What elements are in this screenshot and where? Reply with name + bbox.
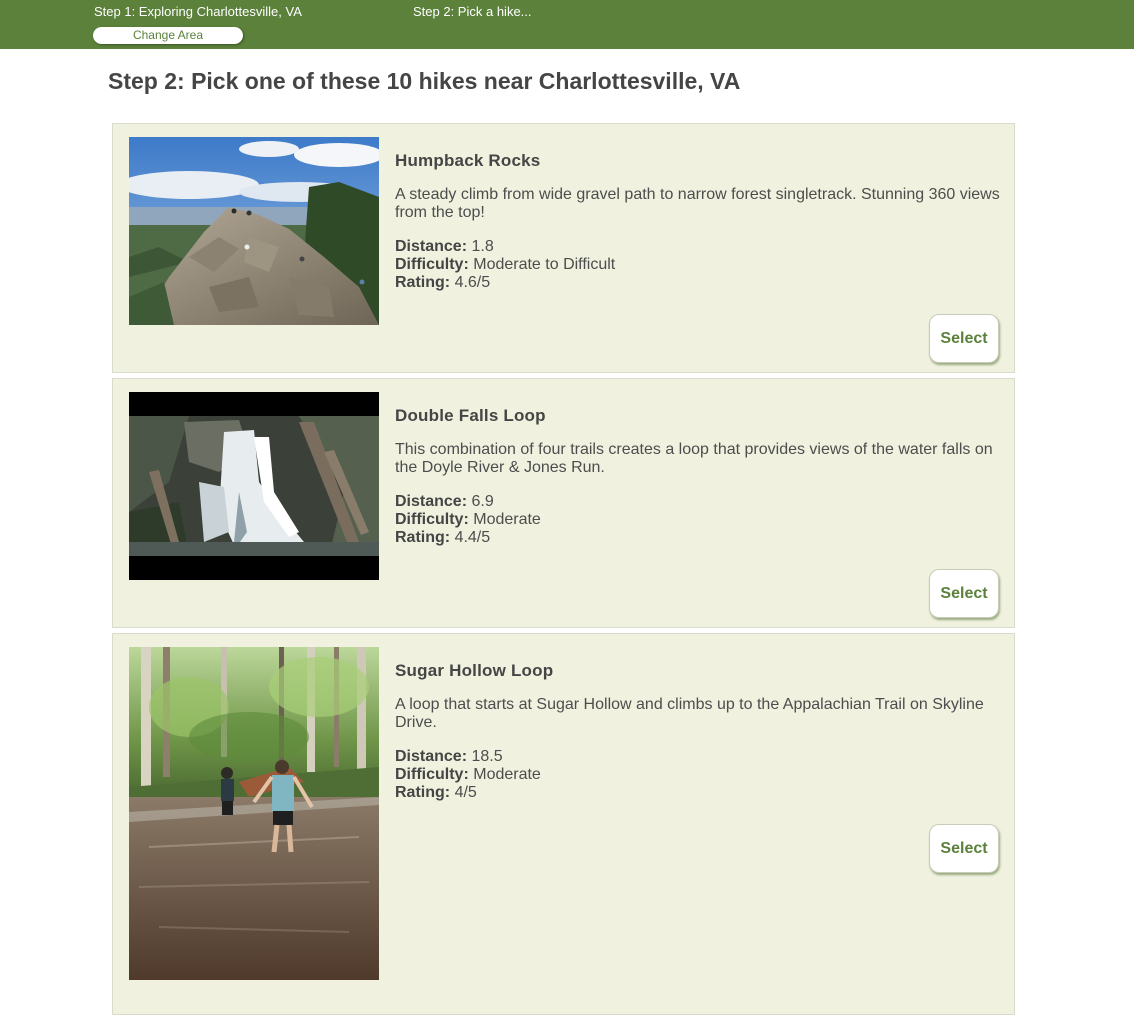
difficulty-row: Difficulty: Moderate [395, 766, 541, 784]
rating-row: Rating: 4.6/5 [395, 274, 615, 292]
hike-stats: Distance: 1.8 Difficulty: Moderate to Di… [395, 238, 615, 292]
breadcrumb-step-2: Step 2: Pick a hike... [413, 4, 532, 19]
select-hike-button[interactable]: Select [929, 569, 999, 618]
distance-value: 1.8 [471, 238, 494, 255]
difficulty-label: Difficulty: [395, 256, 469, 273]
difficulty-value: Moderate [473, 766, 541, 783]
rating-value: 4.6/5 [454, 274, 491, 291]
distance-value: 6.9 [471, 493, 494, 510]
hike-name: Double Falls Loop [395, 406, 546, 425]
hike-stats: Distance: 6.9 Difficulty: Moderate Ratin… [395, 493, 541, 547]
hike-name: Humpback Rocks [395, 151, 541, 170]
rating-row: Rating: 4/5 [395, 784, 541, 802]
distance-label: Distance: [395, 748, 468, 765]
page-title: Step 2: Pick one of these 10 hikes near … [108, 68, 741, 94]
rating-value: 4/5 [454, 784, 477, 801]
difficulty-label: Difficulty: [395, 511, 469, 528]
rating-value: 4.4/5 [454, 529, 491, 546]
hike-stats: Distance: 18.5 Difficulty: Moderate Rati… [395, 748, 541, 802]
top-nav-bar: Step 1: Exploring Charlottesville, VA St… [0, 0, 1134, 49]
change-area-button[interactable]: Change Area [93, 27, 243, 44]
difficulty-row: Difficulty: Moderate [395, 511, 541, 529]
select-hike-button[interactable]: Select [929, 824, 999, 873]
difficulty-label: Difficulty: [395, 766, 469, 783]
select-hike-button[interactable]: Select [929, 314, 999, 363]
hike-description: A steady climb from wide gravel path to … [395, 186, 1000, 221]
hike-card: Double Falls Loop This combination of fo… [112, 378, 1015, 628]
rating-row: Rating: 4.4/5 [395, 529, 541, 547]
hike-photo-rocky-summit [129, 137, 379, 325]
hike-card: Sugar Hollow Loop A loop that starts at … [112, 633, 1015, 1015]
difficulty-row: Difficulty: Moderate to Difficult [395, 256, 615, 274]
distance-row: Distance: 1.8 [395, 238, 615, 256]
hike-description: This combination of four trails creates … [395, 441, 993, 476]
hike-description: A loop that starts at Sugar Hollow and c… [395, 696, 984, 731]
distance-row: Distance: 6.9 [395, 493, 541, 511]
distance-label: Distance: [395, 238, 468, 255]
hike-photo-waterfall [129, 392, 379, 580]
rating-label: Rating: [395, 529, 451, 546]
distance-label: Distance: [395, 493, 468, 510]
hike-photo-river-crossing [129, 647, 379, 980]
hike-card: Humpback Rocks A steady climb from wide … [112, 123, 1015, 373]
distance-row: Distance: 18.5 [395, 748, 541, 766]
breadcrumb-step-1: Step 1: Exploring Charlottesville, VA [94, 4, 302, 19]
difficulty-value: Moderate [473, 511, 541, 528]
distance-value: 18.5 [471, 748, 503, 765]
difficulty-value: Moderate to Difficult [473, 256, 616, 273]
rating-label: Rating: [395, 274, 451, 291]
rating-label: Rating: [395, 784, 451, 801]
hike-name: Sugar Hollow Loop [395, 661, 554, 680]
